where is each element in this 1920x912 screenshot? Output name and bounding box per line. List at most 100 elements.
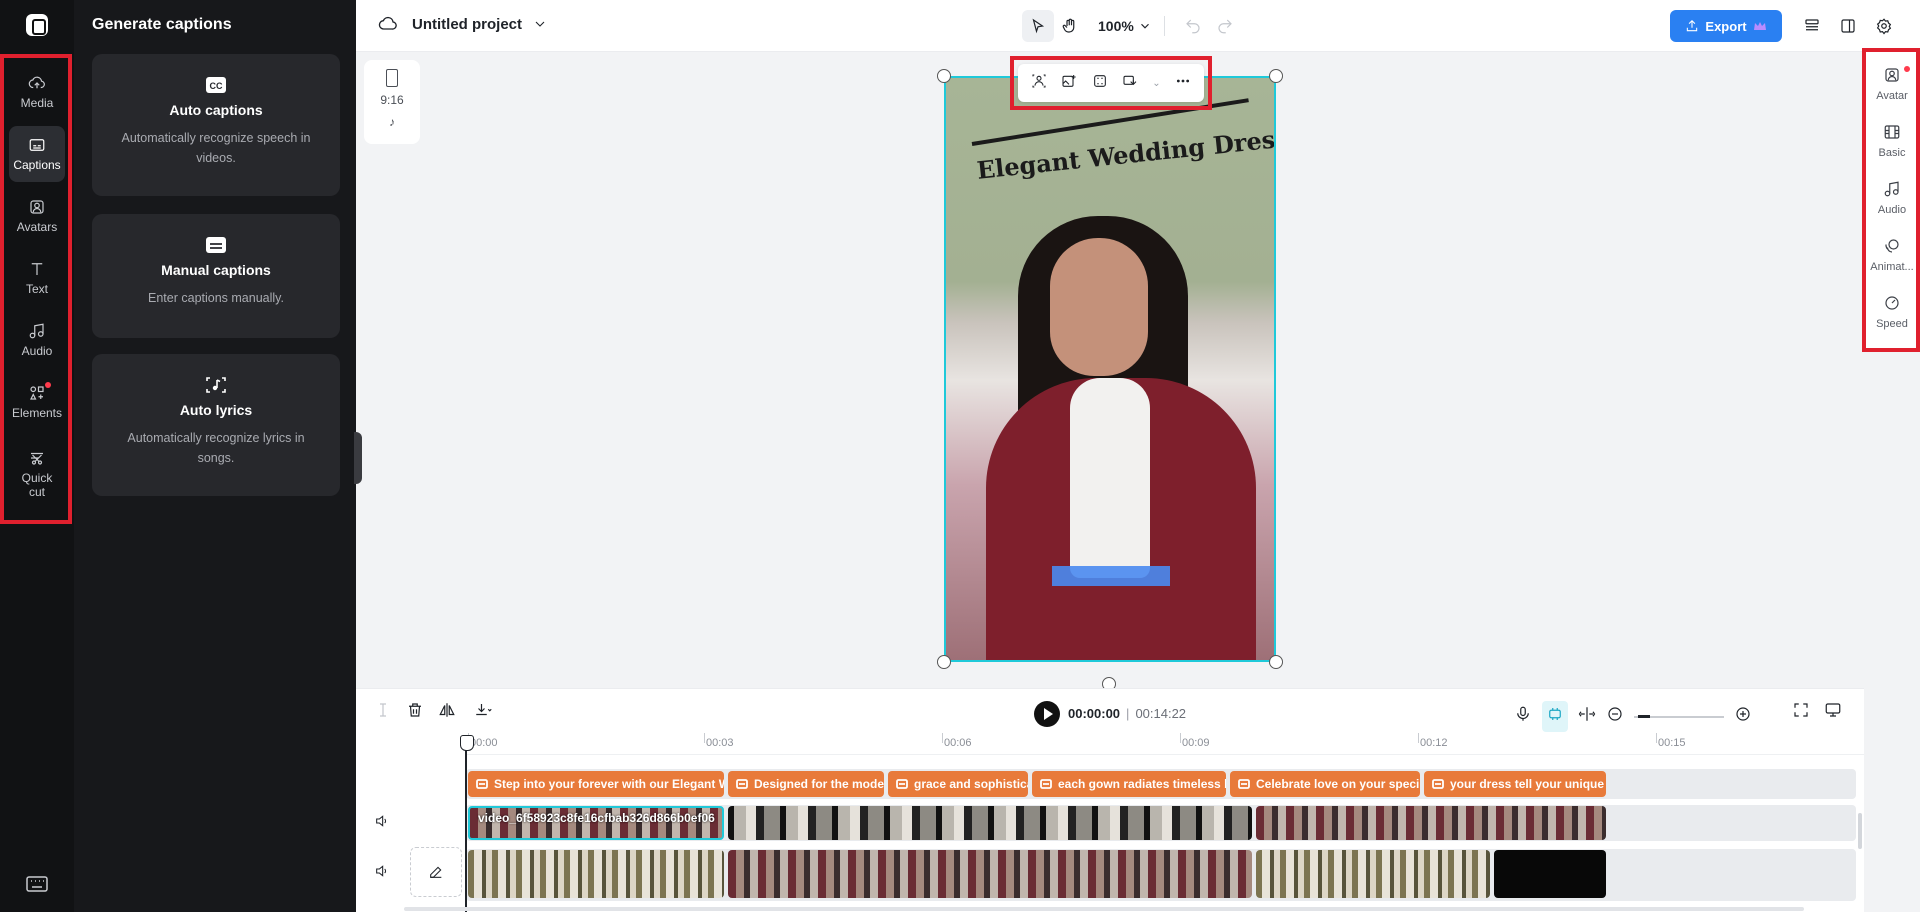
feedback-button[interactable]	[1824, 701, 1842, 724]
aspect-ratio-label: 9:16	[380, 93, 404, 107]
replace-media-button[interactable]	[1122, 73, 1138, 94]
magnet-snap-toggle[interactable]	[1542, 701, 1568, 732]
auto-captions-card[interactable]: CC Auto captions Automatically recognize…	[92, 54, 340, 196]
caption-clip[interactable]: each gown radiates timeless be	[1032, 771, 1226, 797]
video-clip[interactable]	[728, 850, 1252, 898]
track-mute-button[interactable]	[374, 813, 392, 831]
caption-clip-text: Step into your forever with our Elegant …	[494, 777, 724, 791]
video-clip-selected[interactable]: video_6f58923c8fe16cfbab326d866b0ef06	[468, 806, 724, 840]
resize-handle-top-left[interactable]	[937, 69, 951, 83]
split-track-button[interactable]	[1578, 705, 1596, 728]
split-track-icon	[1578, 707, 1596, 721]
crop-button[interactable]	[1092, 73, 1108, 94]
caption-clip[interactable]: Celebrate love on your speci	[1230, 771, 1420, 797]
monitor-chat-icon	[1825, 703, 1841, 717]
zoom-in-icon	[1736, 707, 1750, 721]
auto-lyrics-card[interactable]: Auto lyrics Automatically recognize lyri…	[92, 354, 340, 496]
caption-clip-icon	[1238, 779, 1250, 789]
canvas-tools: 100%	[1022, 10, 1241, 42]
gear-icon	[1876, 18, 1892, 35]
pencil-icon	[430, 866, 442, 878]
split-cursor-icon	[380, 703, 386, 717]
video-clip[interactable]	[1256, 850, 1490, 898]
caption-clip-text: Celebrate love on your speci	[1256, 777, 1420, 791]
slider-knob[interactable]	[1638, 714, 1650, 720]
caption-clip[interactable]: Designed for the mode	[728, 771, 884, 797]
keyboard-shortcuts-icon[interactable]	[26, 876, 48, 892]
svg-text:CC: CC	[210, 81, 223, 91]
chevron-down-icon[interactable]: ⌄	[1152, 78, 1160, 89]
resize-handle-bottom-right[interactable]	[1269, 655, 1283, 669]
video-clip[interactable]	[728, 806, 1252, 840]
project-title-dropdown[interactable]: Untitled project	[378, 14, 548, 34]
mirror-icon	[439, 703, 455, 717]
settings-button[interactable]	[1868, 10, 1900, 42]
manual-captions-card[interactable]: Manual captions Enter captions manually.	[92, 214, 340, 338]
caption-clip-text: grace and sophistica	[914, 777, 1028, 791]
timeline-far-tools	[1792, 701, 1842, 724]
vertical-scrollbar[interactable]	[1858, 813, 1862, 849]
keyboard-captions-icon	[205, 236, 227, 254]
remove-background-button[interactable]	[1031, 73, 1047, 94]
hand-tool-button[interactable]	[1054, 10, 1086, 42]
app-logo[interactable]	[26, 14, 48, 36]
ruler-tick: 00:00	[468, 733, 498, 749]
pointer-icon	[1032, 18, 1045, 34]
layout-toggle-button[interactable]	[1832, 10, 1864, 42]
select-tool-button[interactable]	[1022, 10, 1054, 42]
magnet-icon	[1549, 708, 1561, 720]
split-button[interactable]	[374, 701, 392, 724]
card-title: Manual captions	[161, 262, 271, 278]
redo-button[interactable]	[1209, 10, 1241, 42]
resize-handle-bottom-left[interactable]	[937, 655, 951, 669]
export-label: Export	[1705, 18, 1747, 34]
speaker-icon	[376, 865, 387, 877]
video-clip[interactable]	[468, 850, 724, 898]
caption-clip[interactable]: your dress tell your unique	[1424, 771, 1606, 797]
caption-clip[interactable]: Step into your forever with our Elegant …	[468, 771, 724, 797]
microphone-icon	[1517, 706, 1529, 721]
split-panel-icon	[1841, 19, 1855, 33]
person-cutout-icon	[1032, 73, 1046, 88]
play-button[interactable]	[1034, 701, 1060, 727]
timeline-right-tools	[1514, 701, 1752, 732]
video-clip[interactable]	[1494, 850, 1606, 898]
layers-icon	[1805, 19, 1819, 31]
fit-to-screen-button[interactable]	[1792, 701, 1810, 724]
time-ruler[interactable]: 00:00 00:03 00:06 00:09 00:12 00:15	[466, 733, 1864, 755]
resize-handle-top-right[interactable]	[1269, 69, 1283, 83]
card-title: Auto captions	[169, 102, 263, 118]
caption-clip-icon	[1432, 779, 1444, 789]
timeline-zoom-slider[interactable]	[1634, 714, 1724, 720]
video-preview[interactable]: Elegant Wedding Dresses	[944, 76, 1276, 662]
zoom-out-button[interactable]	[1606, 705, 1624, 728]
current-time: 00:00:00	[1068, 706, 1121, 721]
more-options-button[interactable]	[1175, 73, 1191, 94]
ruler-tick: 00:12	[1418, 733, 1448, 749]
phone-frame-icon	[386, 69, 398, 87]
caption-clip-icon	[896, 779, 908, 789]
image-plus-icon	[1062, 74, 1077, 87]
horizontal-scrollbar[interactable]	[404, 907, 1804, 911]
enhance-image-button[interactable]	[1061, 73, 1077, 94]
more-horizontal-icon	[1176, 79, 1189, 82]
panel-collapse-handle[interactable]	[354, 432, 362, 484]
divider	[1163, 16, 1165, 36]
video-clip[interactable]	[1256, 806, 1606, 840]
track-mute-button[interactable]	[374, 863, 392, 881]
download-dropdown[interactable]	[470, 701, 496, 724]
edit-cover-button[interactable]	[410, 847, 462, 897]
undo-button[interactable]	[1177, 10, 1209, 42]
export-button[interactable]: Export	[1670, 10, 1782, 42]
zoom-in-button[interactable]	[1734, 705, 1752, 728]
aspect-ratio-selector[interactable]: 9:16 ♪	[364, 60, 420, 144]
caption-placeholder-bar[interactable]	[1052, 566, 1170, 586]
delete-button[interactable]	[406, 701, 424, 724]
ruler-tick: 00:09	[1180, 733, 1210, 749]
caption-clip[interactable]: grace and sophistica	[888, 771, 1028, 797]
layers-button[interactable]	[1796, 10, 1828, 42]
playhead[interactable]	[460, 735, 474, 912]
zoom-dropdown[interactable]: 100%	[1098, 18, 1152, 34]
record-voice-button[interactable]	[1514, 705, 1532, 728]
mirror-button[interactable]	[438, 701, 456, 724]
